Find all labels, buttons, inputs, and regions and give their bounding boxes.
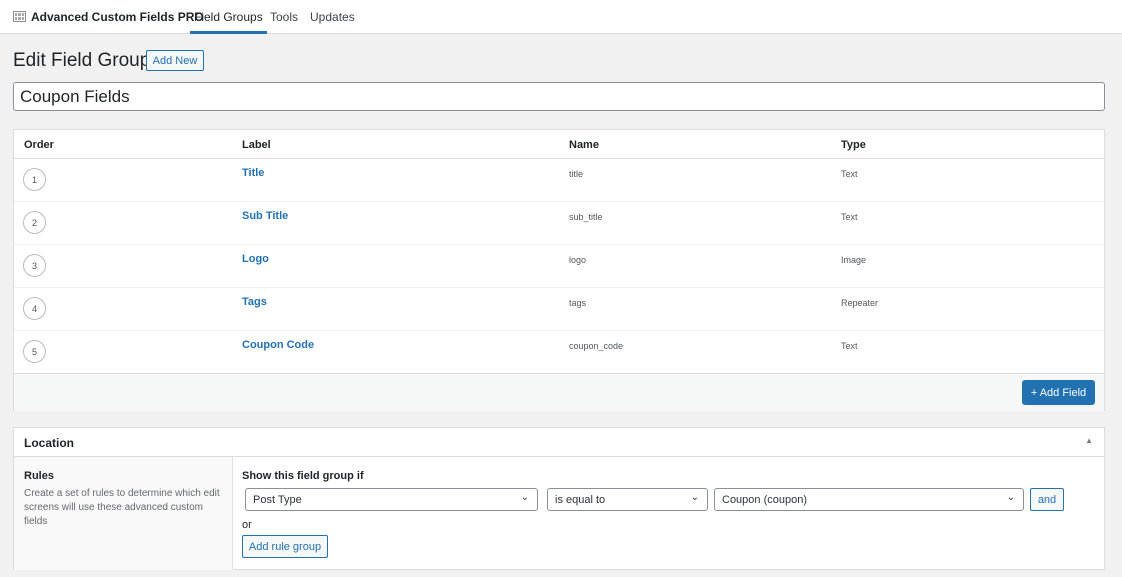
or-label: or (242, 519, 252, 531)
tab-updates[interactable]: Updates (306, 0, 359, 33)
chevron-down-icon: ⌄ (520, 492, 529, 503)
order-badge[interactable]: 1 (23, 168, 46, 191)
collapse-arrow-icon[interactable]: ▲ (1085, 436, 1093, 445)
field-type: Text (841, 341, 858, 351)
field-row-tags[interactable]: 4 Tags tags Repeater (14, 288, 1104, 331)
field-name: title (569, 169, 584, 179)
rules-sidebar: Rules Create a set of rules to determine… (14, 457, 233, 570)
brand-label: Advanced Custom Fields PRO (31, 9, 204, 24)
rule-value-select[interactable]: Coupon (coupon) ⌄ (714, 488, 1024, 511)
chevron-down-icon: ⌄ (690, 492, 699, 503)
order-badge[interactable]: 2 (23, 211, 46, 234)
rule-operator-value: is equal to (555, 493, 606, 506)
field-name: sub_title (569, 212, 603, 222)
show-if-label: Show this field group if (242, 470, 364, 482)
field-type: Image (841, 255, 867, 265)
chevron-down-icon: ⌄ (1006, 492, 1015, 503)
add-new-button[interactable]: Add New (146, 50, 204, 71)
location-title: Location (24, 436, 74, 450)
field-name: tags (569, 298, 587, 308)
and-button[interactable]: and (1030, 488, 1064, 511)
tab-field-groups[interactable]: Field Groups (190, 0, 267, 34)
order-badge[interactable]: 5 (23, 340, 46, 363)
field-row-coupon-code[interactable]: 5 Coupon Code coupon_code Text (14, 331, 1104, 374)
order-badge[interactable]: 3 (23, 254, 46, 277)
tab-tools[interactable]: Tools (266, 0, 302, 33)
fields-footer: + Add Field (14, 373, 1104, 411)
fields-table-header: Order Label Name Type (14, 130, 1104, 159)
field-label-link[interactable]: Sub Title (242, 210, 288, 222)
location-box: Location ▲ Rules Create a set of rules t… (13, 427, 1105, 570)
column-order: Order (24, 139, 54, 151)
field-label-link[interactable]: Logo (242, 253, 269, 265)
rule-value-value: Coupon (coupon) (722, 493, 808, 506)
rule-param-select[interactable]: Post Type ⌄ (245, 488, 538, 511)
fields-box: Order Label Name Type 1 Title title Text… (13, 129, 1105, 411)
add-field-button[interactable]: + Add Field (1022, 380, 1095, 405)
field-type: Text (841, 212, 858, 222)
field-row-title[interactable]: 1 Title title Text (14, 159, 1104, 202)
page-title: Edit Field Group (13, 50, 151, 71)
acf-logo-icon (13, 11, 26, 22)
location-header[interactable]: Location ▲ (14, 428, 1104, 457)
order-badge[interactable]: 4 (23, 297, 46, 320)
column-name: Name (569, 139, 599, 151)
rule-param-value: Post Type (253, 493, 302, 506)
column-label: Label (242, 139, 271, 151)
field-name: coupon_code (569, 341, 624, 351)
rule-operator-select[interactable]: is equal to ⌄ (547, 488, 708, 511)
top-nav: Advanced Custom Fields PRO Field Groups … (0, 0, 1122, 34)
column-type: Type (841, 139, 866, 151)
group-title-input[interactable] (13, 82, 1105, 111)
field-label-link[interactable]: Title (242, 167, 264, 179)
field-name: logo (569, 255, 587, 265)
field-row-logo[interactable]: 3 Logo logo Image (14, 245, 1104, 288)
rules-description: Create a set of rules to determine which… (24, 488, 220, 527)
field-type: Text (841, 169, 858, 179)
field-type: Repeater (841, 298, 879, 308)
field-row-sub-title[interactable]: 2 Sub Title sub_title Text (14, 202, 1104, 245)
field-label-link[interactable]: Coupon Code (242, 339, 314, 351)
brand: Advanced Custom Fields PRO (13, 0, 204, 33)
add-rule-group-button[interactable]: Add rule group (242, 535, 328, 558)
rules-title: Rules (24, 470, 54, 482)
field-label-link[interactable]: Tags (242, 296, 267, 308)
